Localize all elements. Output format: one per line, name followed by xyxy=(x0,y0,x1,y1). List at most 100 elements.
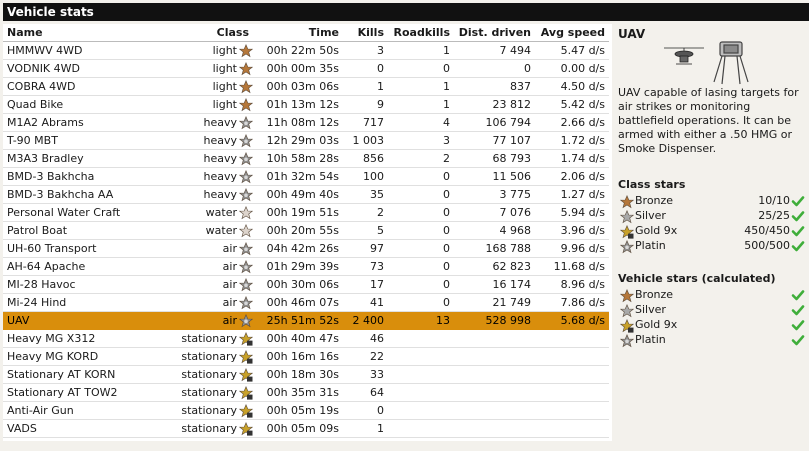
table-row[interactable]: Patrol Boat water 00h 20m 55s 5 0 4 968 3.96 d… xyxy=(3,221,609,240)
star-row-silver: Silver 25/25 xyxy=(618,208,806,224)
cell-roadkills-text: 1 xyxy=(443,80,450,93)
table-row[interactable]: M3A3 Bradley heavy 10h 58m 28s 856 2 68 793 1.… xyxy=(3,149,609,168)
table-row[interactable]: Mi-24 Hind air 00h 46m 07s 41 0 21 749 7.86 d/… xyxy=(3,293,609,312)
cell-time: 00h 03m 06s xyxy=(253,77,343,96)
cell-speed: 5.68 d/s xyxy=(535,311,609,330)
table-row[interactable]: Heavy MG X312 stationary 00h 40m 47s 46 xyxy=(3,329,609,348)
table-row[interactable]: UH-60 Transport air 04h 42m 26s 97 0 168 788 9… xyxy=(3,239,609,258)
table-row[interactable]: VODNIK 4WD light 00h 00m 35s 0 0 0 0.00 d/s xyxy=(3,59,609,78)
col-header-roadkills[interactable]: Roadkills xyxy=(388,24,454,42)
cell-dist xyxy=(454,365,535,384)
cell-name: VODNIK 4WD xyxy=(3,59,173,78)
table-row[interactable]: AH-64 Apache air 01h 29m 39s 73 0 62 823 11.68… xyxy=(3,257,609,276)
star-label: Silver xyxy=(635,303,666,316)
bronze-star-icon xyxy=(239,97,253,111)
cell-name: Heavy MG X312 xyxy=(3,329,173,348)
bronze-star-icon xyxy=(620,195,634,209)
table-row[interactable]: Stationary AT KORN stationary 00h 18m 30s 3… xyxy=(3,365,609,384)
cell-class: water xyxy=(173,203,253,222)
platin-star-icon xyxy=(620,240,634,254)
cell-time-text: 00h 18m 30s xyxy=(266,368,339,381)
cell-time-text: 00h 00m 35s xyxy=(266,62,339,75)
silver-star-icon xyxy=(620,210,634,224)
cell-dist xyxy=(454,329,535,348)
table-row[interactable]: Heavy MG KORD stationary 00h 16m 16s 22 xyxy=(3,347,609,366)
cell-speed-text: 9.96 d/s xyxy=(560,242,605,255)
table-row[interactable]: BMD-3 Bakhcha heavy 01h 32m 54s 100 0 11 506 2… xyxy=(3,167,609,186)
cell-kills: 33 xyxy=(343,365,388,384)
table-row[interactable]: T-90 MBT heavy 12h 29m 03s 1 003 3 77 107 1.72… xyxy=(3,131,609,150)
star-label: Bronze xyxy=(635,288,674,301)
col-header-kills[interactable]: Kills xyxy=(343,24,388,42)
cell-time: 04h 42m 26s xyxy=(253,239,343,258)
cell-dist: 168 788 xyxy=(454,239,535,258)
cell-speed-text: 4.50 d/s xyxy=(560,80,605,93)
cell-roadkills xyxy=(388,419,454,438)
vehicle-stars-heading: Vehicle stars (calculated) xyxy=(618,272,776,285)
cell-class-text: stationary xyxy=(181,349,237,363)
table-row[interactable]: Anti-Air Gun stationary 00h 05m 19s 0 xyxy=(3,401,609,420)
table-row[interactable]: COBRA 4WD light 00h 03m 06s 1 1 837 4.50 d/s xyxy=(3,77,609,96)
cell-class: heavy xyxy=(173,149,253,168)
cell-time: 00h 35m 31s xyxy=(253,383,343,402)
cell-roadkills xyxy=(388,347,454,366)
star-value: 25/25 xyxy=(758,209,790,222)
cell-roadkills: 0 xyxy=(388,275,454,294)
table-row[interactable]: M1A2 Abrams heavy 11h 08m 12s 717 4 106 794 2.… xyxy=(3,113,609,132)
cell-speed-text: 5.68 d/s xyxy=(560,314,605,327)
cell-kills-text: 856 xyxy=(363,152,384,165)
cell-speed-text: 11.68 d/s xyxy=(553,260,605,273)
col-header-dist[interactable]: Dist. driven xyxy=(454,24,535,42)
cell-time: 00h 46m 07s xyxy=(253,293,343,312)
cell-dist-text: 3 775 xyxy=(499,188,532,201)
gold-star-icon xyxy=(239,367,253,382)
cell-speed-text: 8.96 d/s xyxy=(560,278,605,291)
cell-roadkills: 1 xyxy=(388,41,454,60)
cell-kills-text: 1 xyxy=(377,422,384,435)
table-row[interactable]: Stationary AT TOW2 stationary 00h 35m 31s 6… xyxy=(3,383,609,402)
cell-roadkills: 1 xyxy=(388,77,454,96)
cell-speed: 1.74 d/s xyxy=(535,149,609,168)
cell-roadkills-text: 0 xyxy=(443,224,450,237)
cell-dist xyxy=(454,383,535,402)
cell-kills-text: 717 xyxy=(363,116,384,129)
cell-roadkills-text: 0 xyxy=(443,206,450,219)
cell-roadkills-text: 0 xyxy=(443,170,450,183)
col-header-speed[interactable]: Avg speed xyxy=(535,24,609,42)
cell-roadkills xyxy=(388,383,454,402)
table-header-row: Name Class Time Kills Roadkills Dist. dr… xyxy=(3,24,609,42)
cell-dist-text: 7 494 xyxy=(499,44,532,57)
col-header-name[interactable]: Name xyxy=(3,24,173,42)
window-title: Vehicle stats xyxy=(3,3,809,21)
cell-time: 11h 08m 12s xyxy=(253,113,343,132)
table-row[interactable]: MI-28 Havoc air 00h 30m 06s 17 0 16 174 8.96 d… xyxy=(3,275,609,294)
table-row[interactable]: Personal Water Craft water 00h 19m 51s 2 0 7 … xyxy=(3,203,609,222)
cell-kills: 2 400 xyxy=(343,311,388,330)
cell-speed-text: 5.47 d/s xyxy=(560,44,605,57)
table-row[interactable]: Quad Bike light 01h 13m 12s 9 1 23 812 5.42 d/… xyxy=(3,95,609,114)
col-header-time[interactable]: Time xyxy=(253,24,343,42)
cell-speed: 9.96 d/s xyxy=(535,239,609,258)
cell-time: 01h 32m 54s xyxy=(253,167,343,186)
cell-dist: 77 107 xyxy=(454,131,535,150)
cell-kills-text: 17 xyxy=(370,278,384,291)
cell-time: 01h 13m 12s xyxy=(253,95,343,114)
star-value: 450/450 xyxy=(744,224,790,237)
silver-star-icon xyxy=(620,304,634,318)
cell-class-text: light xyxy=(212,43,237,57)
cell-speed: 8.96 d/s xyxy=(535,275,609,294)
cell-name-text: Quad Bike xyxy=(7,98,64,111)
cell-kills-text: 1 xyxy=(377,80,384,93)
cell-class: heavy xyxy=(173,131,253,150)
table-row[interactable]: UAV air 25h 51m 52s 2 400 13 528 998 5.68 d/s xyxy=(3,311,609,330)
table-row[interactable]: HMMWV 4WD light 00h 22m 50s 3 1 7 494 5.47 d/s xyxy=(3,41,609,60)
table-row[interactable]: BMD-3 Bakhcha AA heavy 00h 49m 40s 35 0 3 775… xyxy=(3,185,609,204)
gold-star-icon xyxy=(239,331,253,346)
cell-roadkills: 0 xyxy=(388,293,454,312)
star-label: Platin xyxy=(635,239,666,252)
cell-class-text: stationary xyxy=(181,385,237,399)
col-header-class[interactable]: Class xyxy=(173,24,253,42)
table-row[interactable]: VADS stationary 00h 05m 09s 1 xyxy=(3,419,609,438)
cell-name: M3A3 Bradley xyxy=(3,149,173,168)
cell-kills: 35 xyxy=(343,185,388,204)
